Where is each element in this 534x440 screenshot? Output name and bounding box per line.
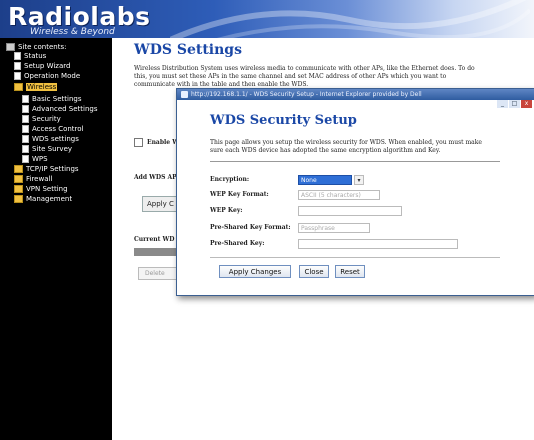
header-banner: Radiolabs Wireless & Beyond bbox=[0, 0, 534, 38]
close-button[interactable]: Close bbox=[299, 265, 329, 278]
maximize-icon[interactable]: □ bbox=[509, 100, 520, 108]
minimize-icon[interactable]: _ bbox=[497, 100, 508, 108]
window-titlebar[interactable]: http://192.168.1.1/ - WDS Security Setup… bbox=[177, 89, 534, 108]
enable-wds-label: Enable W bbox=[147, 139, 179, 146]
divider bbox=[210, 257, 500, 258]
sidebar-item-status[interactable]: Status bbox=[14, 52, 46, 61]
app-frame: Radiolabs Wireless & Beyond Site content… bbox=[0, 0, 534, 440]
folder-icon bbox=[14, 175, 23, 183]
wds-security-window: http://192.168.1.1/ - WDS Security Setup… bbox=[176, 88, 534, 296]
folder-icon bbox=[14, 195, 23, 203]
dialog-description: This page allows you setup the wireless … bbox=[210, 139, 482, 154]
sidebar-item-firewall[interactable]: Firewall bbox=[14, 175, 52, 184]
sidebar-item-tcpip-settings[interactable]: TCP/IP Settings bbox=[14, 165, 79, 174]
sidebar-item-setup-wizard[interactable]: Setup Wizard bbox=[14, 62, 70, 71]
enable-wds-checkbox[interactable] bbox=[134, 138, 143, 147]
wep-key-label: WEP Key: bbox=[210, 207, 243, 214]
psk-format-select[interactable]: Passphrase bbox=[298, 223, 370, 233]
sidebar-item-access-control[interactable]: Access Control bbox=[22, 125, 84, 134]
sidebar-item-wds-settings[interactable]: WDS settings bbox=[22, 135, 79, 144]
sidebar-root: Site contents: bbox=[6, 43, 66, 52]
sidebar-item-security[interactable]: Security bbox=[22, 115, 61, 124]
enable-wds-row: Enable W bbox=[134, 138, 179, 147]
page-title: WDS Settings bbox=[134, 42, 242, 58]
encryption-row: Encryption: None ▾ bbox=[210, 175, 410, 186]
page-icon bbox=[22, 95, 29, 103]
sidebar-item-basic-settings[interactable]: Basic Settings bbox=[22, 95, 81, 104]
reset-button[interactable]: Reset bbox=[335, 265, 365, 278]
page-icon bbox=[14, 72, 21, 80]
wep-key-format-row: WEP Key Format: ASCII (5 characters) bbox=[210, 190, 410, 201]
folder-icon bbox=[14, 185, 23, 193]
divider bbox=[210, 161, 500, 162]
page-icon bbox=[22, 105, 29, 113]
page-icon bbox=[22, 145, 29, 153]
browser-icon bbox=[181, 91, 188, 98]
page-icon bbox=[22, 135, 29, 143]
sidebar-item-wps[interactable]: WPS bbox=[22, 155, 48, 164]
sidebar-item-site-survey[interactable]: Site Survey bbox=[22, 145, 72, 154]
sidebar-item-management[interactable]: Management bbox=[14, 195, 72, 204]
encryption-label: Encryption: bbox=[210, 176, 250, 183]
wep-key-format-label: WEP Key Format: bbox=[210, 191, 269, 198]
sidebar-item-advanced-settings[interactable]: Advanced Settings bbox=[22, 105, 98, 114]
page-icon bbox=[14, 62, 21, 70]
tree-root-icon bbox=[6, 43, 15, 51]
page-icon bbox=[22, 125, 29, 133]
wep-key-format-select[interactable]: ASCII (5 characters) bbox=[298, 190, 380, 200]
folder-icon bbox=[14, 165, 23, 173]
psk-input[interactable] bbox=[298, 239, 458, 249]
apply-changes-button[interactable]: Apply Changes bbox=[219, 265, 291, 278]
sidebar-item-operation-mode[interactable]: Operation Mode bbox=[14, 72, 80, 81]
psk-row: Pre-Shared Key: bbox=[210, 239, 470, 250]
add-wds-ap-label: Add WDS AP bbox=[134, 174, 177, 181]
banner-swoosh-graphic bbox=[170, 0, 530, 38]
sidebar-item-vpn-setting[interactable]: VPN Setting bbox=[14, 185, 68, 194]
chevron-down-icon[interactable]: ▾ bbox=[354, 175, 364, 185]
window-title: http://192.168.1.1/ - WDS Security Setup… bbox=[191, 91, 422, 98]
sidebar-item-wireless[interactable]: Wireless bbox=[14, 83, 58, 92]
window-controls: _ □ x bbox=[496, 90, 532, 108]
dialog-title: WDS Security Setup bbox=[210, 113, 357, 128]
folder-open-icon bbox=[14, 83, 23, 91]
page-icon bbox=[22, 115, 29, 123]
brand-tagline: Wireless & Beyond bbox=[30, 27, 115, 37]
wep-key-input[interactable] bbox=[298, 206, 402, 216]
psk-label: Pre-Shared Key: bbox=[210, 240, 265, 247]
sidebar-nav: Site contents: Status Setup Wizard Opera… bbox=[0, 38, 112, 440]
psk-format-row: Pre-Shared Key Format: Passphrase bbox=[210, 223, 410, 234]
close-window-icon[interactable]: x bbox=[521, 100, 532, 108]
page-icon bbox=[22, 155, 29, 163]
encryption-select[interactable]: None bbox=[298, 175, 352, 185]
psk-format-label: Pre-Shared Key Format: bbox=[210, 224, 291, 231]
wep-key-row: WEP Key: bbox=[210, 206, 430, 217]
current-wds-label: Current WD bbox=[134, 236, 175, 243]
page-description: Wireless Distribution System uses wirele… bbox=[134, 65, 475, 88]
page-icon bbox=[14, 52, 21, 60]
